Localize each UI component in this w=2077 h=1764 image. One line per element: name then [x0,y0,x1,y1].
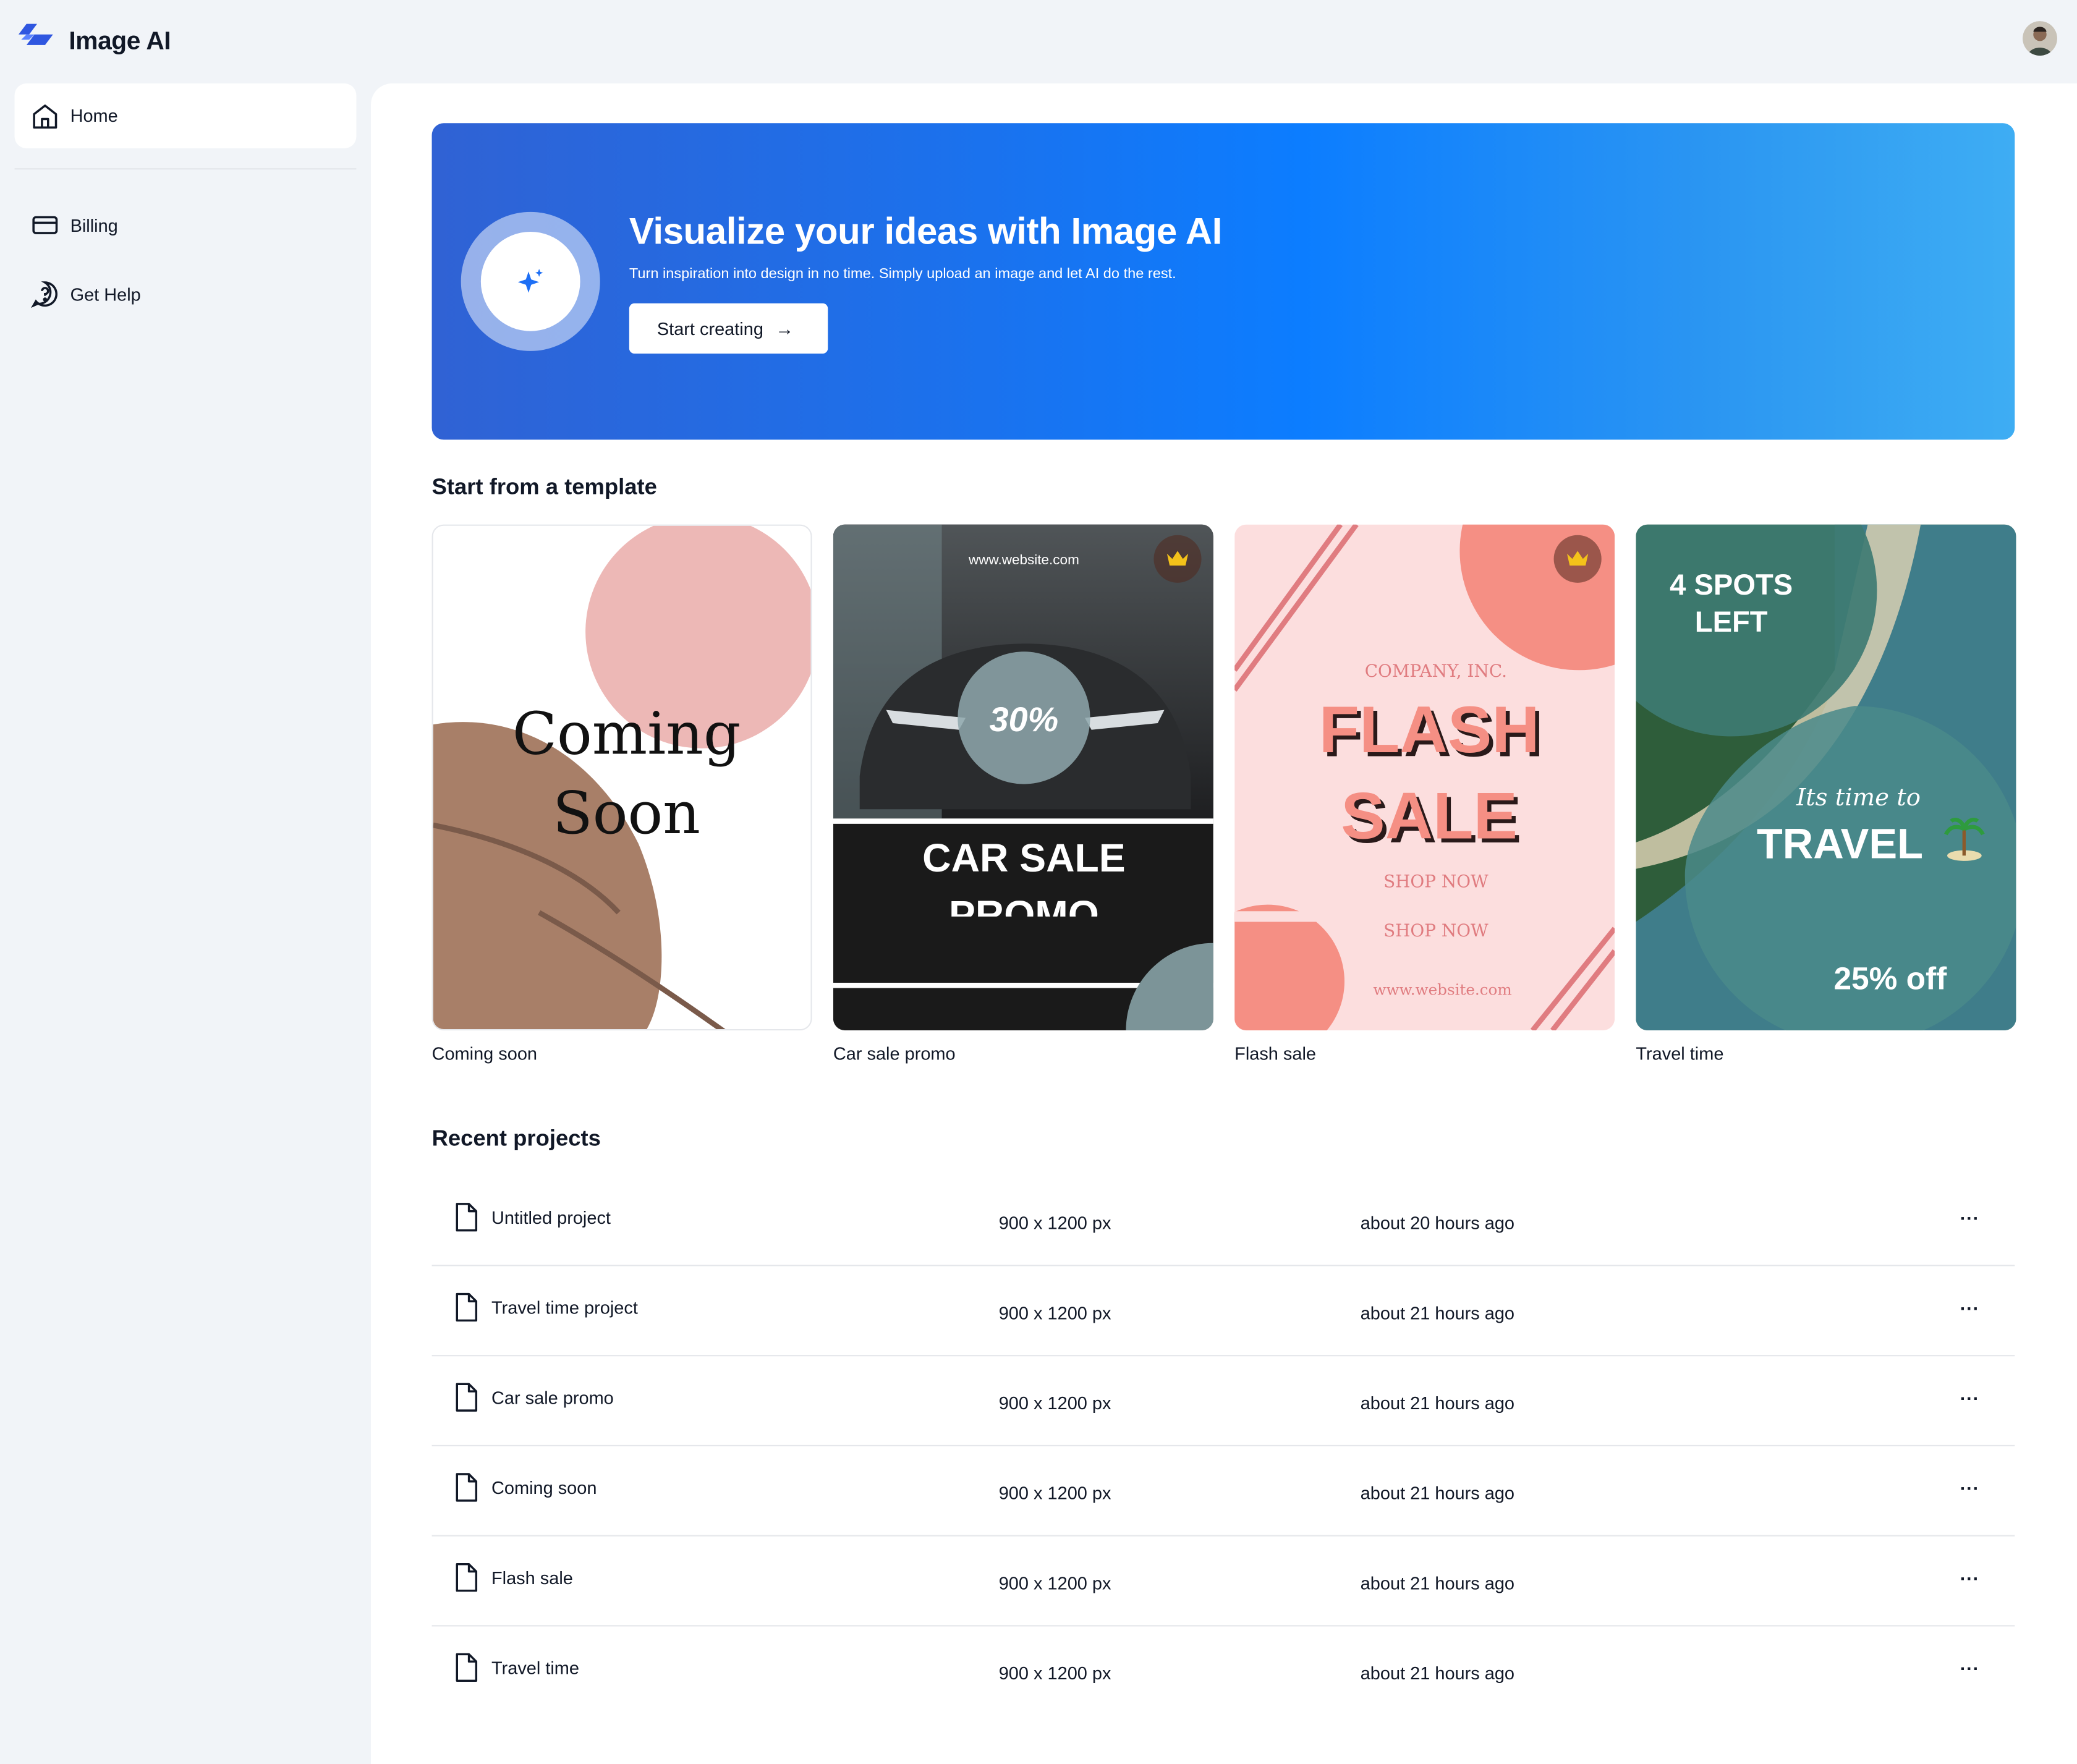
project-name: Coming soon [491,1478,597,1498]
project-name: Car sale promo [491,1388,614,1408]
hero-banner: Visualize your ideas with Image AI Turn … [431,123,2015,440]
project-size: 900 x 1200 px [998,1663,1111,1684]
more-options-button[interactable]: ... [1955,1564,1984,1595]
template-card-flash-sale[interactable]: COMPANY, INC. FLASH FLASH SALE SALE SHOP… [1234,524,1615,1031]
sidebar-item-label: Billing [70,215,118,235]
app-logo[interactable] [19,21,53,50]
arrow-right-icon: → [775,318,794,339]
more-options-button[interactable]: ... [1955,1294,1984,1325]
project-name: Travel time project [491,1298,638,1318]
hero-title: Visualize your ideas with Image AI [629,210,1223,252]
sparkles-icon [517,268,543,292]
sidebar-divider [14,168,357,170]
coming-soon-line1: Coming [512,700,741,768]
table-row[interactable]: Coming soon 900 x 1200 px about 21 hours a… [431,1446,2015,1537]
file-icon [456,1292,478,1322]
template-card-car-sale[interactable]: 30% www.website.com CAR SALE PROMO [833,524,1213,1031]
project-name: Flash sale [491,1568,573,1588]
table-row[interactable]: Flash sale 900 x 1200 px about 21 hours ag… [431,1537,2015,1627]
sidebar-item-get-help[interactable]: Get Help [15,268,357,321]
hero-icon-ring [461,211,600,351]
template-label: Flash sale [1234,1043,1316,1064]
project-size: 900 x 1200 px [998,1573,1111,1593]
car-sale-artwork: 30% www.website.com CAR SALE PROMO [833,524,1213,1031]
home-icon [33,104,57,128]
car-sale-discount: 30% [990,700,1058,739]
travel-time-artwork: 4 SPOTS LEFT Its time to TRAVEL 25% off [1636,524,2016,1031]
flash-sale-company: COMPANY, INC. [1365,661,1507,681]
template-label: Travel time [1636,1043,1724,1064]
hero-icon-circle [480,232,580,331]
more-options-button[interactable]: ... [1955,1204,1984,1234]
project-updated: about 21 hours ago [1360,1303,1515,1323]
flash-sale-url: www.website.com [1373,980,1511,998]
table-row[interactable]: Travel time project 900 x 1200 px about 21… [431,1266,2015,1357]
main-panel: Visualize your ideas with Image AI Turn … [371,83,2077,1764]
template-label: Car sale promo [833,1043,956,1064]
more-options-button[interactable]: ... [1955,1474,1984,1504]
table-row[interactable]: Travel time 900 x 1200 px about 21 hours a… [432,1626,2015,1716]
sidebar-item-label: Home [70,106,118,126]
user-avatar[interactable] [2023,21,2057,56]
start-creating-button[interactable]: Start creating → [629,303,828,354]
sidebar-item-label: Get Help [70,284,141,304]
help-bubble-icon [31,281,58,308]
file-icon [456,1473,478,1502]
template-card-travel-time[interactable]: 4 SPOTS LEFT Its time to TRAVEL 25% off [1636,524,2016,1031]
project-updated: about 21 hours ago [1360,1573,1515,1593]
file-icon [456,1653,478,1682]
template-label: Coming soon [431,1043,538,1064]
table-row[interactable]: Untitled project 900 x 1200 px about 20 ho… [431,1176,2015,1266]
flash-sale-cta-1: SHOP NOW [1383,871,1489,892]
car-sale-url: www.website.com [968,552,1079,567]
hero-subtitle: Turn inspiration into design in no time.… [629,266,1176,282]
project-updated: about 20 hours ago [1360,1213,1515,1233]
project-updated: about 21 hours ago [1360,1663,1515,1684]
app-title: Image AI [69,28,171,56]
project-size: 900 x 1200 px [998,1213,1111,1233]
premium-crown-icon [1553,535,1602,583]
sidebar-item-home[interactable]: Home [14,83,357,148]
coming-soon-line2: Soon [553,779,700,847]
project-name: Untitled project [491,1208,611,1228]
templates-section-title: Start from a template [431,474,657,499]
travel-discount: 25% off [1833,960,1947,996]
more-options-button[interactable]: ... [1955,1384,1984,1414]
flash-sale-artwork: COMPANY, INC. FLASH FLASH SALE SALE SHOP… [1234,524,1615,1031]
file-icon [456,1203,478,1232]
start-creating-label: Start creating [656,318,763,339]
project-size: 900 x 1200 px [998,1483,1111,1504]
file-icon [456,1563,478,1592]
file-icon [456,1383,478,1412]
project-updated: about 21 hours ago [1360,1393,1515,1414]
travel-headline: TRAVEL [1757,820,1923,868]
coming-soon-artwork: Coming Soon [433,525,811,1029]
travel-script: Its time to [1796,784,1921,812]
avatar-image [2023,21,2057,56]
template-card-coming-soon[interactable]: Coming Soon [431,524,812,1031]
flash-sale-line2: SALE [1341,778,1518,852]
project-name: Travel time [491,1658,579,1678]
premium-crown-icon [1153,535,1202,583]
more-options-button[interactable]: ... [1955,1654,1984,1685]
travel-spots-line2: LEFT [1695,605,1768,638]
table-row[interactable]: Car sale promo 900 x 1200 px about 21 hour… [431,1356,2015,1446]
sidebar-item-billing[interactable]: Billing [15,198,357,252]
travel-spots-line1: 4 SPOTS [1670,568,1793,601]
project-size: 900 x 1200 px [998,1303,1111,1323]
project-size: 900 x 1200 px [998,1393,1111,1414]
flash-sale-cta-2: SHOP NOW [1383,920,1489,941]
flash-sale-line1: FLASH [1319,692,1540,766]
recent-projects-title: Recent projects [431,1126,601,1151]
car-sale-headline: CAR SALE [922,836,1125,880]
credit-card-icon [32,216,58,234]
logo-icon [19,23,53,45]
project-updated: about 21 hours ago [1360,1483,1515,1504]
